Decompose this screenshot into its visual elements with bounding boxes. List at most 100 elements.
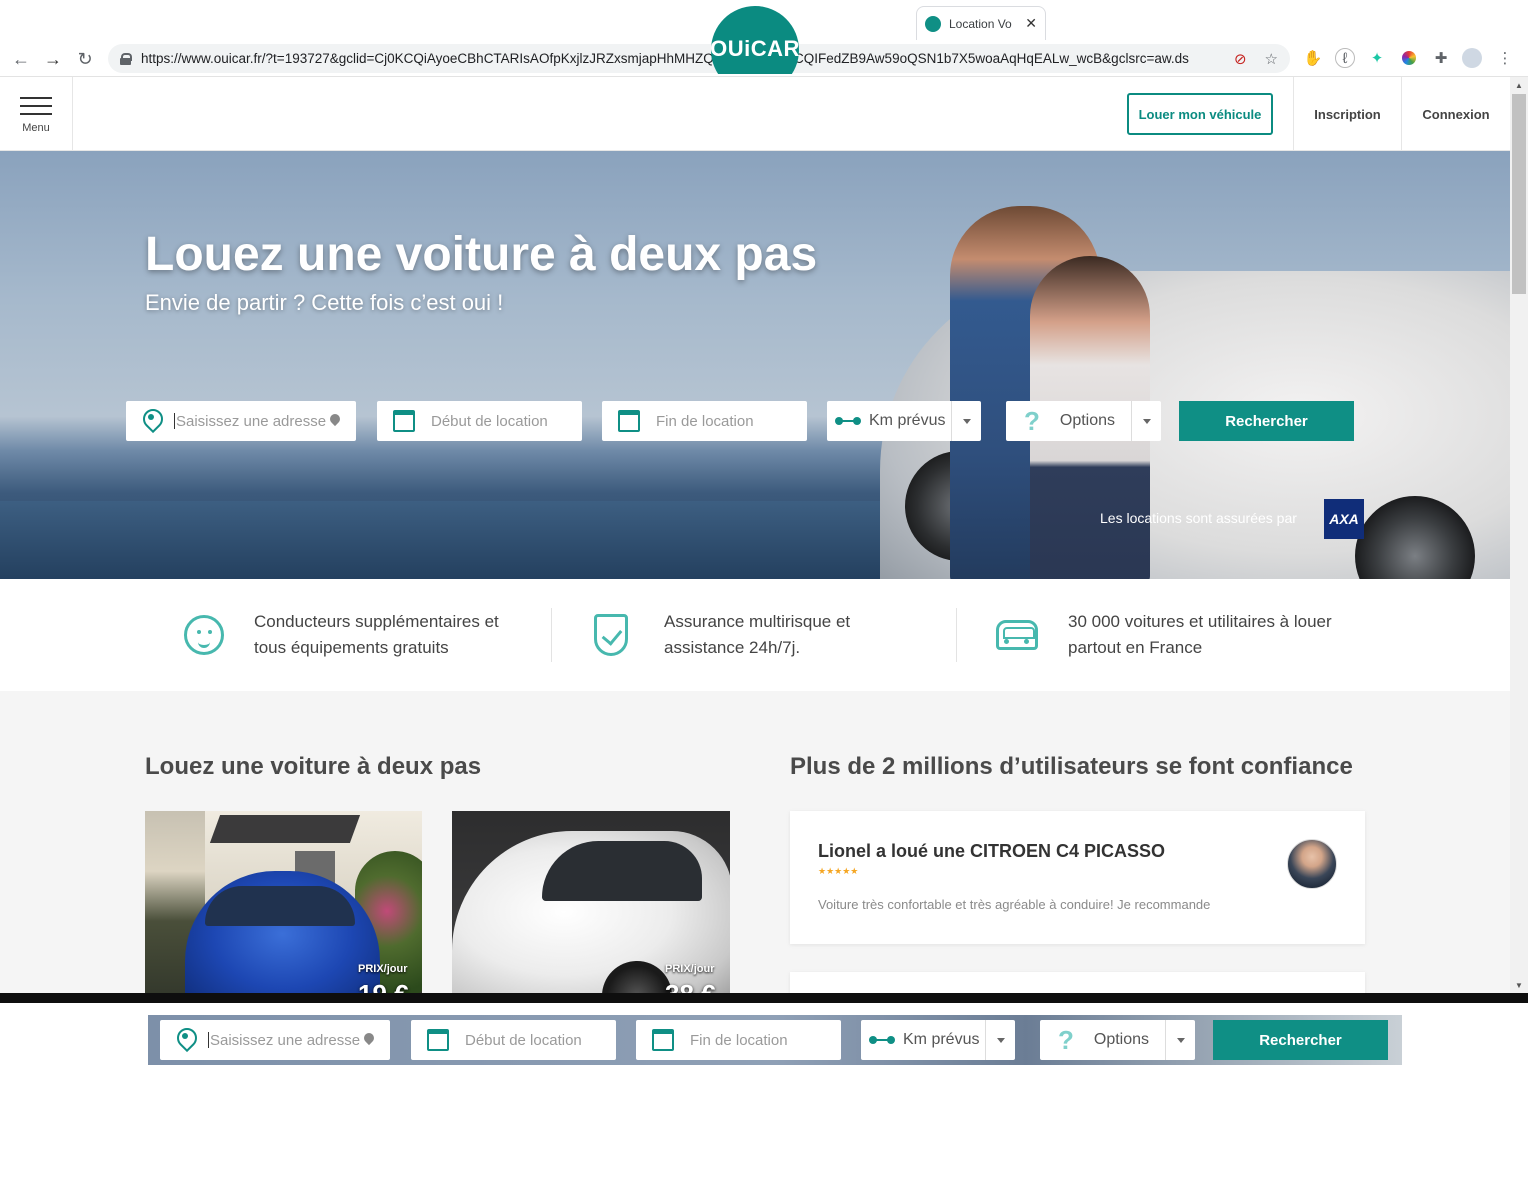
listing-car-window (205, 886, 355, 926)
address-input[interactable]: Saisissez une adresse (126, 401, 356, 441)
extension-leaf-icon[interactable]: ℓ (1335, 48, 1355, 68)
feature-item: 30 000 voitures et utilitaires à louer p… (996, 579, 1338, 691)
bookmark-star-icon[interactable]: ☆ (1265, 50, 1278, 68)
browser-tab[interactable]: Location Vo ✕ (916, 6, 1046, 40)
question-icon: ? (1024, 405, 1040, 436)
review-stars: ★★★★★ (818, 866, 859, 876)
km-label: Km prévus (869, 412, 946, 429)
end-date-input[interactable]: Fin de location (602, 401, 807, 441)
menu-button[interactable]: Menu (0, 77, 73, 151)
car-listing-card[interactable]: PRIX/jour 19 € (145, 811, 422, 993)
extension-bird-icon[interactable]: ✦ (1367, 48, 1387, 68)
location-pin-icon (176, 1028, 194, 1052)
address-placeholder: Saisissez une adresse (210, 1031, 361, 1049)
price-label: PRIX/jour (665, 963, 715, 975)
signup-link[interactable]: Inscription (1293, 77, 1401, 151)
site-favicon-icon (925, 15, 941, 32)
end-date-input[interactable]: Fin de location (636, 1020, 841, 1060)
avatar (1287, 839, 1337, 889)
features-strip: Conducteurs supplémentaires et tous équi… (0, 579, 1510, 691)
extensions-puzzle-icon[interactable]: ✚ (1431, 48, 1451, 68)
route-icon (835, 417, 861, 425)
blocked-content-icon[interactable]: ⊘ (1234, 50, 1247, 68)
face-icon (184, 615, 224, 655)
start-date-input[interactable]: Début de location (377, 401, 582, 441)
logo-text: OUiCAR (710, 36, 800, 61)
axa-logo: AXA (1324, 499, 1364, 539)
feature-text: Conducteurs supplémentaires et tous équi… (254, 612, 499, 657)
options-label: Options (1093, 1031, 1150, 1048)
listings-title: Louez une voiture à deux pas (145, 753, 482, 780)
hero-subtitle: Envie de partir ? Cette fois c’est oui ! (145, 290, 504, 315)
start-date-placeholder: Début de location (465, 1031, 582, 1049)
feature-divider (551, 608, 552, 662)
chevron-down-icon (985, 1020, 1015, 1060)
km-select[interactable]: Km prévus (827, 401, 981, 441)
listing-photo-roof (209, 815, 361, 843)
review-card (790, 972, 1365, 993)
back-icon[interactable]: ← (10, 48, 32, 70)
end-date-placeholder: Fin de location (690, 1031, 788, 1049)
address-input[interactable]: Saisissez une adresse (160, 1020, 390, 1060)
review-card: Lionel a loué une CITROEN C4 PICASSO ★★★… (790, 811, 1365, 944)
hero-search-bar: Saisissez une adresse Début de location … (126, 401, 1356, 441)
km-select[interactable]: Km prévus (861, 1020, 1015, 1060)
feature-text: 30 000 voitures et utilitaires à louer p… (1068, 612, 1332, 657)
geolocate-icon[interactable] (364, 1033, 375, 1047)
search-button[interactable]: Rechercher (1213, 1020, 1388, 1060)
text-cursor (174, 413, 175, 429)
calendar-icon (618, 410, 640, 432)
login-link[interactable]: Connexion (1401, 77, 1510, 151)
browser-menu-icon[interactable]: ⋮ (1495, 48, 1515, 68)
hamburger-icon-bar (20, 105, 52, 107)
insurance-note: Les locations sont assurées par (1100, 510, 1297, 526)
sticky-bar-top-edge (0, 993, 1528, 1003)
rent-my-vehicle-button[interactable]: Louer mon véhicule (1127, 93, 1273, 135)
scroll-down-icon[interactable]: ▼ (1510, 977, 1528, 993)
chevron-down-icon (1131, 401, 1161, 441)
reload-icon[interactable]: ↻ (74, 48, 96, 70)
content-section: Louez une voiture à deux pas Plus de 2 m… (0, 691, 1510, 993)
options-select[interactable]: ? Options (1006, 401, 1161, 441)
route-icon (869, 1036, 895, 1044)
extension-puzzle-gray-icon[interactable]: ✋ (1303, 48, 1323, 68)
price-value: 19 € (358, 979, 409, 993)
sticky-search-bar: Saisissez une adresse Début de location … (160, 1020, 1390, 1060)
address-bar[interactable]: https://www.ouicar.fr/?t=193727&gclid=Cj… (108, 44, 1290, 73)
price-label: PRIX/jour (358, 963, 408, 975)
car-icon (996, 620, 1038, 650)
car-listing-card[interactable]: PRIX/jour 38 € (452, 811, 730, 993)
scroll-up-icon[interactable]: ▲ (1510, 77, 1528, 93)
feature-divider (956, 608, 957, 662)
end-date-placeholder: Fin de location (656, 412, 754, 430)
extension-colorwheel-icon[interactable] (1399, 48, 1419, 68)
profile-avatar[interactable] (1462, 48, 1482, 68)
start-date-input[interactable]: Début de location (411, 1020, 616, 1060)
shield-icon (594, 614, 628, 656)
start-date-placeholder: Début de location (431, 412, 548, 430)
hero-banner: Louez une voiture à deux pas Envie de pa… (0, 151, 1510, 579)
forward-icon[interactable]: → (42, 48, 64, 70)
review-title: Lionel a loué une CITROEN C4 PICASSO (818, 841, 1166, 861)
lock-icon (120, 53, 132, 65)
price-value: 38 € (665, 979, 716, 993)
options-select[interactable]: ? Options (1040, 1020, 1195, 1060)
reviews-title: Plus de 2 millions d’utilisateurs se fon… (790, 753, 1353, 780)
search-button[interactable]: Rechercher (1179, 401, 1354, 441)
listing-car-window (542, 841, 702, 901)
address-url[interactable]: https://www.ouicar.fr/?t=193727&gclid=Cj… (141, 51, 1234, 66)
hamburger-icon (20, 97, 52, 99)
scrollbar-thumb[interactable] (1512, 94, 1526, 294)
feature-item: Conducteurs supplémentaires et tous équi… (184, 579, 524, 691)
chevron-down-icon (951, 401, 981, 441)
geolocate-icon[interactable] (330, 414, 341, 428)
site-header: Menu Louer mon véhicule Inscription Conn… (0, 77, 1510, 151)
chevron-down-icon (1165, 1020, 1195, 1060)
text-cursor (208, 1032, 209, 1048)
feature-text: Assurance multirisque et assistance 24h/… (664, 612, 851, 657)
location-pin-icon (142, 409, 160, 433)
km-label: Km prévus (903, 1031, 980, 1048)
feature-item: Assurance multirisque et assistance 24h/… (594, 579, 934, 691)
tab-close-icon[interactable]: ✕ (1025, 15, 1037, 32)
calendar-icon (393, 410, 415, 432)
